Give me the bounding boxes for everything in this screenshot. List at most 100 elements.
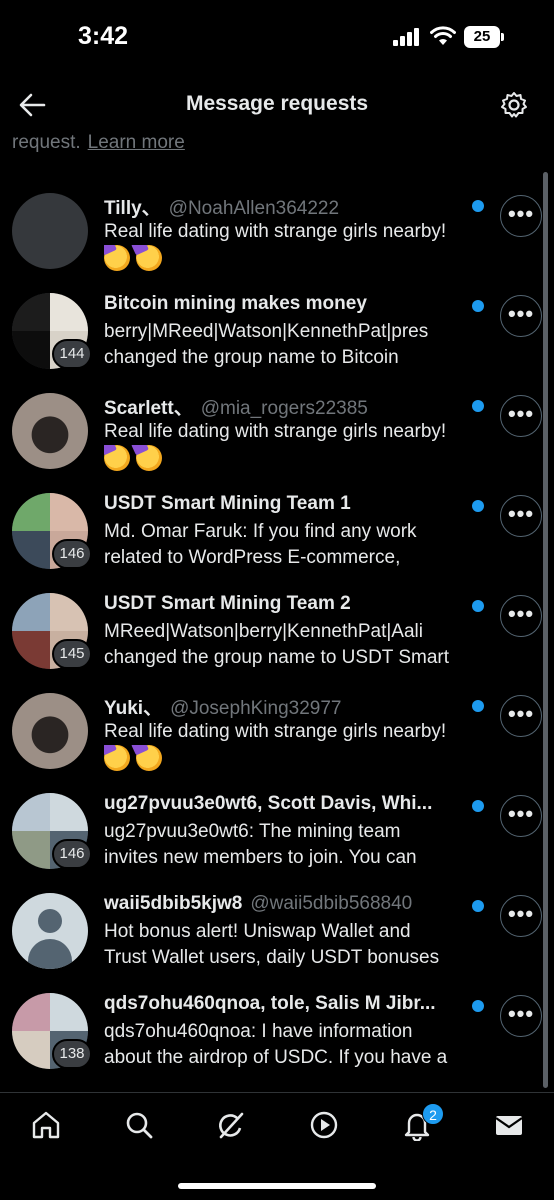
status-bar: 3:42 25 <box>0 0 554 80</box>
more-options-button[interactable]: ••• <box>500 595 542 637</box>
message-preview: MReed|Watson|berry|KennethPat|Aali chang… <box>104 619 488 671</box>
conversation-row[interactable]: 138 qds7ohu460qnoa, tole, Salis M Jibr..… <box>0 978 554 1078</box>
unread-dot <box>472 800 484 812</box>
sender-handle: @NoahAllen364222 <box>168 198 340 219</box>
conversation-row[interactable]: waii5dbib5kjw8 @waii5dbib568840 Hot bonus… <box>0 878 554 978</box>
more-options-button[interactable]: ••• <box>500 195 542 237</box>
more-options-button[interactable]: ••• <box>500 395 542 437</box>
more-options-button[interactable]: ••• <box>500 895 542 937</box>
conversation-title: USDT Smart Mining Team 2 <box>104 593 464 615</box>
preview-line: Md. Omar Faruk: If you find any work <box>104 521 417 542</box>
sender-name: Tilly、 <box>104 198 161 219</box>
group-name: USDT Smart Mining Team 1 <box>104 493 351 514</box>
message-preview: Real life dating with strange girls near… <box>104 219 488 271</box>
conversation-row[interactable]: 146 USDT Smart Mining Team 1 Md. Omar Fa… <box>0 478 554 578</box>
preview-line: Real life dating with strange girls near… <box>104 421 447 442</box>
conversation-row[interactable]: Scarlett、 @mia_rogers22385 Real life dati… <box>0 378 554 478</box>
cellular-signal-icon <box>393 28 421 46</box>
message-preview: Real life dating with strange girls near… <box>104 419 488 471</box>
unread-dot <box>472 900 484 912</box>
conversation-title: USDT Smart Mining Team 1 <box>104 493 464 515</box>
more-options-button[interactable]: ••• <box>500 995 542 1037</box>
conversation-title: Tilly、 @NoahAllen364222 <box>104 193 464 220</box>
message-preview: Real life dating with strange girls near… <box>104 719 488 771</box>
preview-line: invites new members to join. You can <box>104 847 417 868</box>
conversation-row[interactable]: 145 USDT Smart Mining Team 2 MReed|Watso… <box>0 578 554 678</box>
conversation-row[interactable]: Yuki、 @JosephKing32977 Real life dating w… <box>0 678 554 778</box>
sender-handle: @waii5dbib568840 <box>250 893 413 914</box>
learn-more-link[interactable]: Learn more <box>88 132 185 153</box>
more-options-button[interactable]: ••• <box>500 495 542 537</box>
search-icon[interactable] <box>123 1109 155 1141</box>
sender-handle: @mia_rogers22385 <box>200 398 368 419</box>
conversation-title: ug27pvuu3e0wt6, Scott Davis, Whi... <box>104 793 464 815</box>
party-face-emoji <box>104 445 130 471</box>
group-name: USDT Smart Mining Team 2 <box>104 593 351 614</box>
video-icon[interactable] <box>308 1109 340 1141</box>
conversation-title: Scarlett、 @mia_rogers22385 <box>104 393 464 420</box>
conversation-row[interactable]: 146 ug27pvuu3e0wt6, Scott Davis, Whi... … <box>0 778 554 878</box>
preview-line: changed the group name to USDT Smart <box>104 647 450 668</box>
sender-handle: @JosephKing32977 <box>170 698 342 719</box>
message-preview: Hot bonus alert! Uniswap Wallet and Trus… <box>104 919 488 971</box>
party-face-emoji <box>136 445 162 471</box>
preview-line: Real life dating with strange girls near… <box>104 221 447 242</box>
avatar <box>12 693 88 769</box>
conversation-row[interactable]: Tilly、 @NoahAllen364222 Real life dating … <box>0 178 554 278</box>
default-avatar-icon <box>12 893 88 969</box>
sender-name: Scarlett、 <box>104 398 193 419</box>
more-options-button[interactable]: ••• <box>500 295 542 337</box>
preview-line: qds7ohu460qnoa: I have information <box>104 1021 413 1042</box>
group-name: qds7ohu460qnoa, tole, Salis M Jibr... <box>104 993 436 1014</box>
member-count-badge: 146 <box>52 539 92 569</box>
avatar <box>12 393 88 469</box>
group-name: ug27pvuu3e0wt6, Scott Davis, Whi... <box>104 793 433 814</box>
sender-name: Yuki、 <box>104 698 163 719</box>
battery-icon: 25 <box>464 26 504 48</box>
party-face-emoji <box>104 245 130 271</box>
message-preview: ug27pvuu3e0wt6: The mining team invites … <box>104 819 488 871</box>
preview-line: changed the group name to Bitcoin <box>104 347 399 368</box>
top-app-bar: Message requests <box>0 80 554 130</box>
conversation-title: waii5dbib5kjw8 @waii5dbib568840 <box>104 893 464 915</box>
preview-line: related to WordPress E-commerce, <box>104 547 401 568</box>
unread-dot <box>472 700 484 712</box>
party-face-emoji <box>136 245 162 271</box>
member-count-badge: 144 <box>52 339 92 369</box>
messages-icon[interactable] <box>493 1109 525 1141</box>
unread-dot <box>472 1000 484 1012</box>
message-preview: berry|MReed|Watson|KennethPat|pres chang… <box>104 319 488 371</box>
scrollbar[interactable] <box>543 172 548 1088</box>
requests-notice: request. Learn more <box>12 132 185 154</box>
preview-line: berry|MReed|Watson|KennethPat|pres <box>104 321 429 342</box>
avatar <box>12 193 88 269</box>
message-requests-screen: 3:42 25 Message requests request. Learn m… <box>0 0 554 1200</box>
home-indicator[interactable] <box>178 1183 376 1189</box>
battery-level: 25 <box>464 26 500 48</box>
notice-text: request. <box>12 132 81 153</box>
more-options-button[interactable]: ••• <box>500 795 542 837</box>
gear-icon[interactable] <box>500 91 528 119</box>
page-title: Message requests <box>185 92 369 115</box>
conversation-title: Yuki、 @JosephKing32977 <box>104 693 464 720</box>
conversation-title: Bitcoin mining makes money <box>104 293 464 315</box>
sender-name: waii5dbib5kjw8 <box>104 893 243 914</box>
status-time: 3:42 <box>78 22 129 50</box>
notification-count-badge: 2 <box>422 1103 444 1125</box>
unread-dot <box>472 300 484 312</box>
conversation-list: Tilly、 @NoahAllen364222 Real life dating … <box>0 178 554 1078</box>
conversation-row[interactable]: 144 Bitcoin mining makes money berry|MRe… <box>0 278 554 378</box>
unread-dot <box>472 600 484 612</box>
home-icon[interactable] <box>30 1109 62 1141</box>
grok-icon[interactable] <box>215 1109 247 1141</box>
member-count-badge: 146 <box>52 839 92 869</box>
party-face-emoji <box>104 745 130 771</box>
message-preview: qds7ohu460qnoa: I have information about… <box>104 1019 488 1071</box>
unread-dot <box>472 400 484 412</box>
preview-line: Hot bonus alert! Uniswap Wallet and <box>104 921 411 942</box>
more-options-button[interactable]: ••• <box>500 695 542 737</box>
unread-dot <box>472 500 484 512</box>
member-count-badge: 138 <box>52 1039 92 1069</box>
preview-line: ug27pvuu3e0wt6: The mining team <box>104 821 401 842</box>
member-count-badge: 145 <box>52 639 92 669</box>
